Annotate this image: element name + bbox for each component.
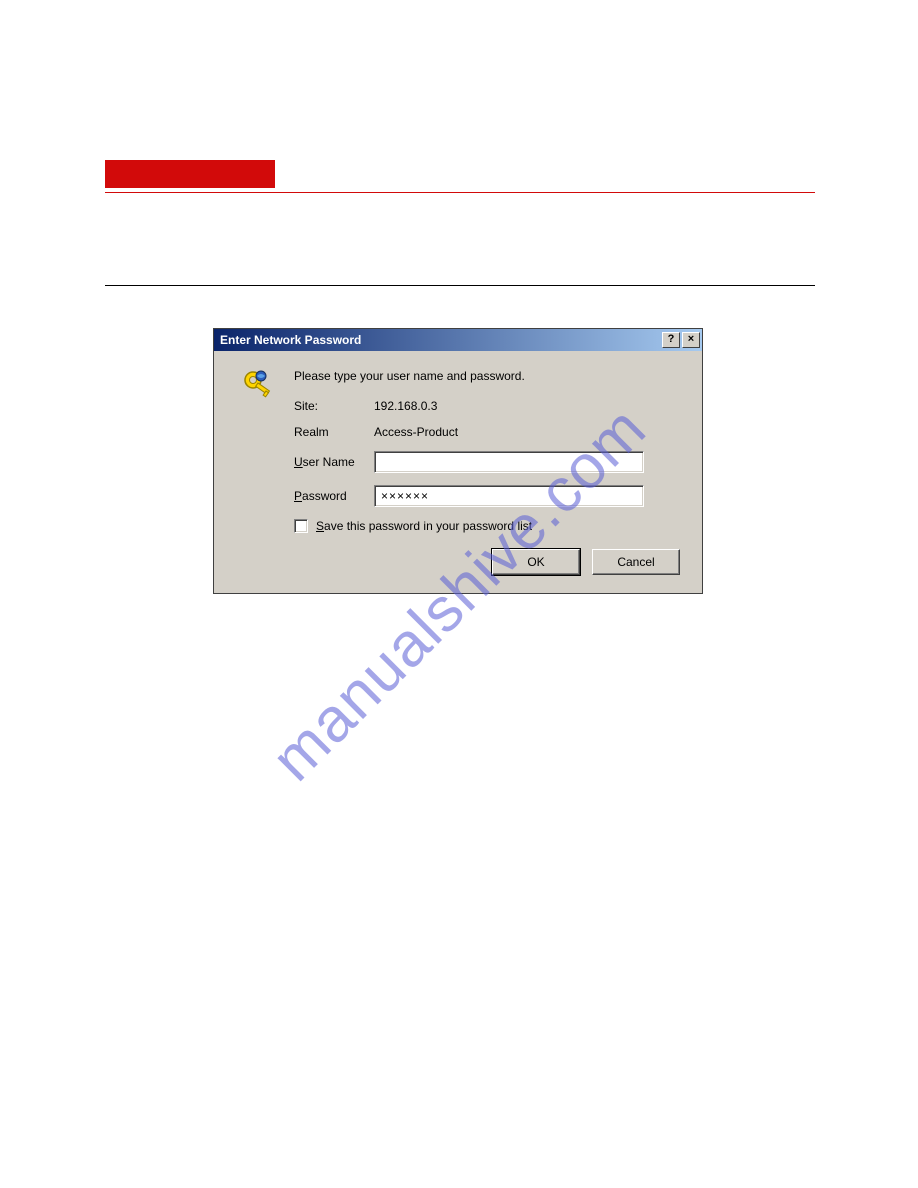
password-label: Password [294, 489, 374, 503]
username-label: User Name [294, 455, 374, 469]
site-value: 192.168.0.3 [374, 399, 437, 413]
red-divider [105, 192, 815, 193]
red-header-block [105, 160, 275, 188]
realm-label: Realm [294, 425, 374, 439]
password-input[interactable] [374, 485, 644, 507]
cancel-button[interactable]: Cancel [592, 549, 680, 575]
cancel-button-label: Cancel [617, 555, 654, 569]
help-button[interactable]: ? [662, 332, 680, 348]
black-divider [105, 285, 815, 286]
dialog-titlebar[interactable]: Enter Network Password ? × [214, 329, 702, 351]
prompt-text: Please type your user name and password. [294, 369, 525, 383]
dialog-body: Please type your user name and password.… [214, 351, 702, 593]
key-icon [242, 369, 276, 403]
ok-button[interactable]: OK [492, 549, 580, 575]
close-icon: × [688, 334, 694, 345]
close-button[interactable]: × [682, 332, 700, 348]
username-input[interactable] [374, 451, 644, 473]
realm-value: Access-Product [374, 425, 458, 439]
prompt-row: Please type your user name and password. [294, 369, 682, 383]
password-row: Password [294, 485, 682, 507]
network-password-dialog: Enter Network Password ? × Please type y… [213, 328, 703, 594]
site-label: Site: [294, 399, 374, 413]
help-icon: ? [668, 334, 675, 345]
save-password-label: Save this password in your password list [316, 519, 532, 533]
save-password-checkbox[interactable] [294, 519, 308, 533]
dialog-button-row: OK Cancel [242, 549, 682, 575]
dialog-title: Enter Network Password [216, 333, 662, 347]
page-header-region [105, 160, 815, 286]
titlebar-buttons: ? × [662, 332, 700, 348]
realm-row: Realm Access-Product [294, 425, 682, 439]
save-password-row: Save this password in your password list [294, 519, 682, 533]
ok-button-label: OK [527, 555, 544, 569]
username-row: User Name [294, 451, 682, 473]
site-row: Site: 192.168.0.3 [294, 399, 682, 413]
